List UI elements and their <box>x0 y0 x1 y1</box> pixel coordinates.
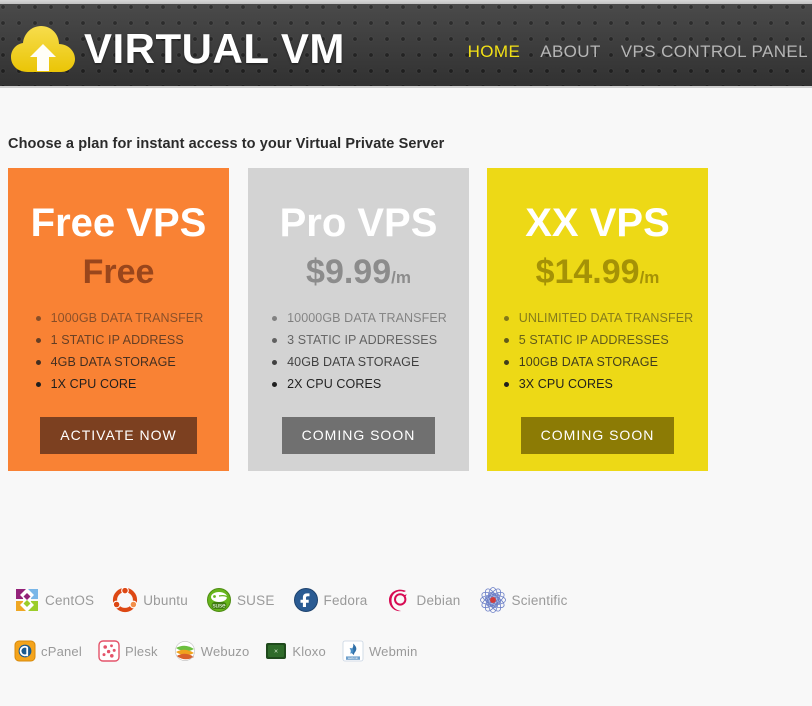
os-item-debian[interactable]: Debian <box>386 587 461 613</box>
brand-name: VIRTUAL VM <box>84 25 345 72</box>
panel-label: Webuzo <box>200 643 250 659</box>
plesk-logo-icon <box>98 640 120 662</box>
nav-link-about[interactable]: ABOUT <box>540 42 601 62</box>
brand-logo[interactable]: VIRTUAL VM <box>10 24 345 74</box>
debian-logo-icon <box>388 589 407 612</box>
plan-price-amount: Free <box>82 253 155 291</box>
coming-soon-button-xx[interactable]: COMING SOON <box>520 417 675 454</box>
svg-text:webmin: webmin <box>348 656 359 660</box>
panel-item-plesk[interactable]: Plesk <box>98 640 158 662</box>
centos-logo-icon <box>16 588 38 612</box>
panel-item-webmin[interactable]: webmin Webmin <box>342 640 418 662</box>
fedora-logo-icon <box>293 588 318 612</box>
plan-price: $9.99/m <box>256 255 461 289</box>
coming-soon-button-pro[interactable]: COMING SOON <box>281 417 436 454</box>
os-item-suse[interactable]: suse SUSE <box>206 587 275 613</box>
plan-price-amount: $9.99 <box>306 253 392 291</box>
plan-name: XX VPS <box>525 201 670 245</box>
os-label: Debian <box>416 592 461 608</box>
kloxo-logo-icon: × <box>266 643 287 659</box>
cpanel-logo-icon <box>14 640 36 662</box>
ubuntu-logo-icon <box>112 587 138 613</box>
os-item-ubuntu[interactable]: Ubuntu <box>112 587 188 613</box>
plan-price: Free <box>16 255 221 289</box>
plan-card-reflection-xx <box>487 310 708 400</box>
nav-link-vps-control-panel[interactable]: VPS CONTROL PANEL <box>621 42 808 62</box>
os-label: Scientific <box>511 592 568 608</box>
plan-card-reflection-free <box>8 310 229 400</box>
suse-logo-icon: suse <box>206 588 231 612</box>
os-label: Fedora <box>323 592 368 608</box>
os-label: SUSE <box>236 592 275 608</box>
panel-label: cPanel <box>41 643 82 659</box>
svg-text:×: × <box>274 648 278 655</box>
plan-price-amount: $14.99 <box>535 253 640 291</box>
webuzo-logo-icon <box>174 641 195 661</box>
cloud-upload-icon <box>11 26 75 72</box>
plan-price-period: /m <box>391 268 411 287</box>
page-tagline: Choose a plan for instant access to your… <box>8 136 445 152</box>
panel-item-cpanel[interactable]: cPanel <box>14 640 82 662</box>
main-navigation: HOME ABOUT VPS CONTROL PANEL <box>468 42 808 62</box>
os-item-centos[interactable]: CentOS <box>14 587 94 613</box>
panel-label: Plesk <box>124 643 158 659</box>
svg-text:suse: suse <box>212 603 226 610</box>
os-item-scientific[interactable]: Scientific <box>479 586 568 614</box>
panel-label: Webmin <box>368 643 418 659</box>
plan-name: Pro VPS <box>279 201 438 245</box>
supported-operating-systems: CentOS Ubuntu suse SUSE Fedora Debian Sc… <box>14 586 568 614</box>
nav-link-home[interactable]: HOME <box>468 42 521 62</box>
plan-price: $14.99/m <box>495 255 700 289</box>
site-header: VIRTUAL VM HOME ABOUT VPS CONTROL PANEL <box>0 4 812 88</box>
os-label: Ubuntu <box>143 592 188 608</box>
supported-control-panels: cPanel Plesk Webuzo × Kloxo webmin Webmi… <box>14 640 418 662</box>
scientific-linux-logo-icon <box>479 587 506 613</box>
panel-item-webuzo[interactable]: Webuzo <box>174 640 250 662</box>
os-item-fedora[interactable]: Fedora <box>293 587 368 613</box>
plan-price-period: /m <box>639 268 660 287</box>
panel-item-kloxo[interactable]: × Kloxo <box>265 640 326 662</box>
webmin-logo-icon: webmin <box>342 640 364 662</box>
plan-name: Free VPS <box>30 201 207 245</box>
plan-card-reflection-pro <box>248 310 469 400</box>
os-label: CentOS <box>45 592 95 608</box>
panel-label: Kloxo <box>292 643 326 659</box>
activate-now-button[interactable]: ACTIVATE NOW <box>40 417 197 454</box>
